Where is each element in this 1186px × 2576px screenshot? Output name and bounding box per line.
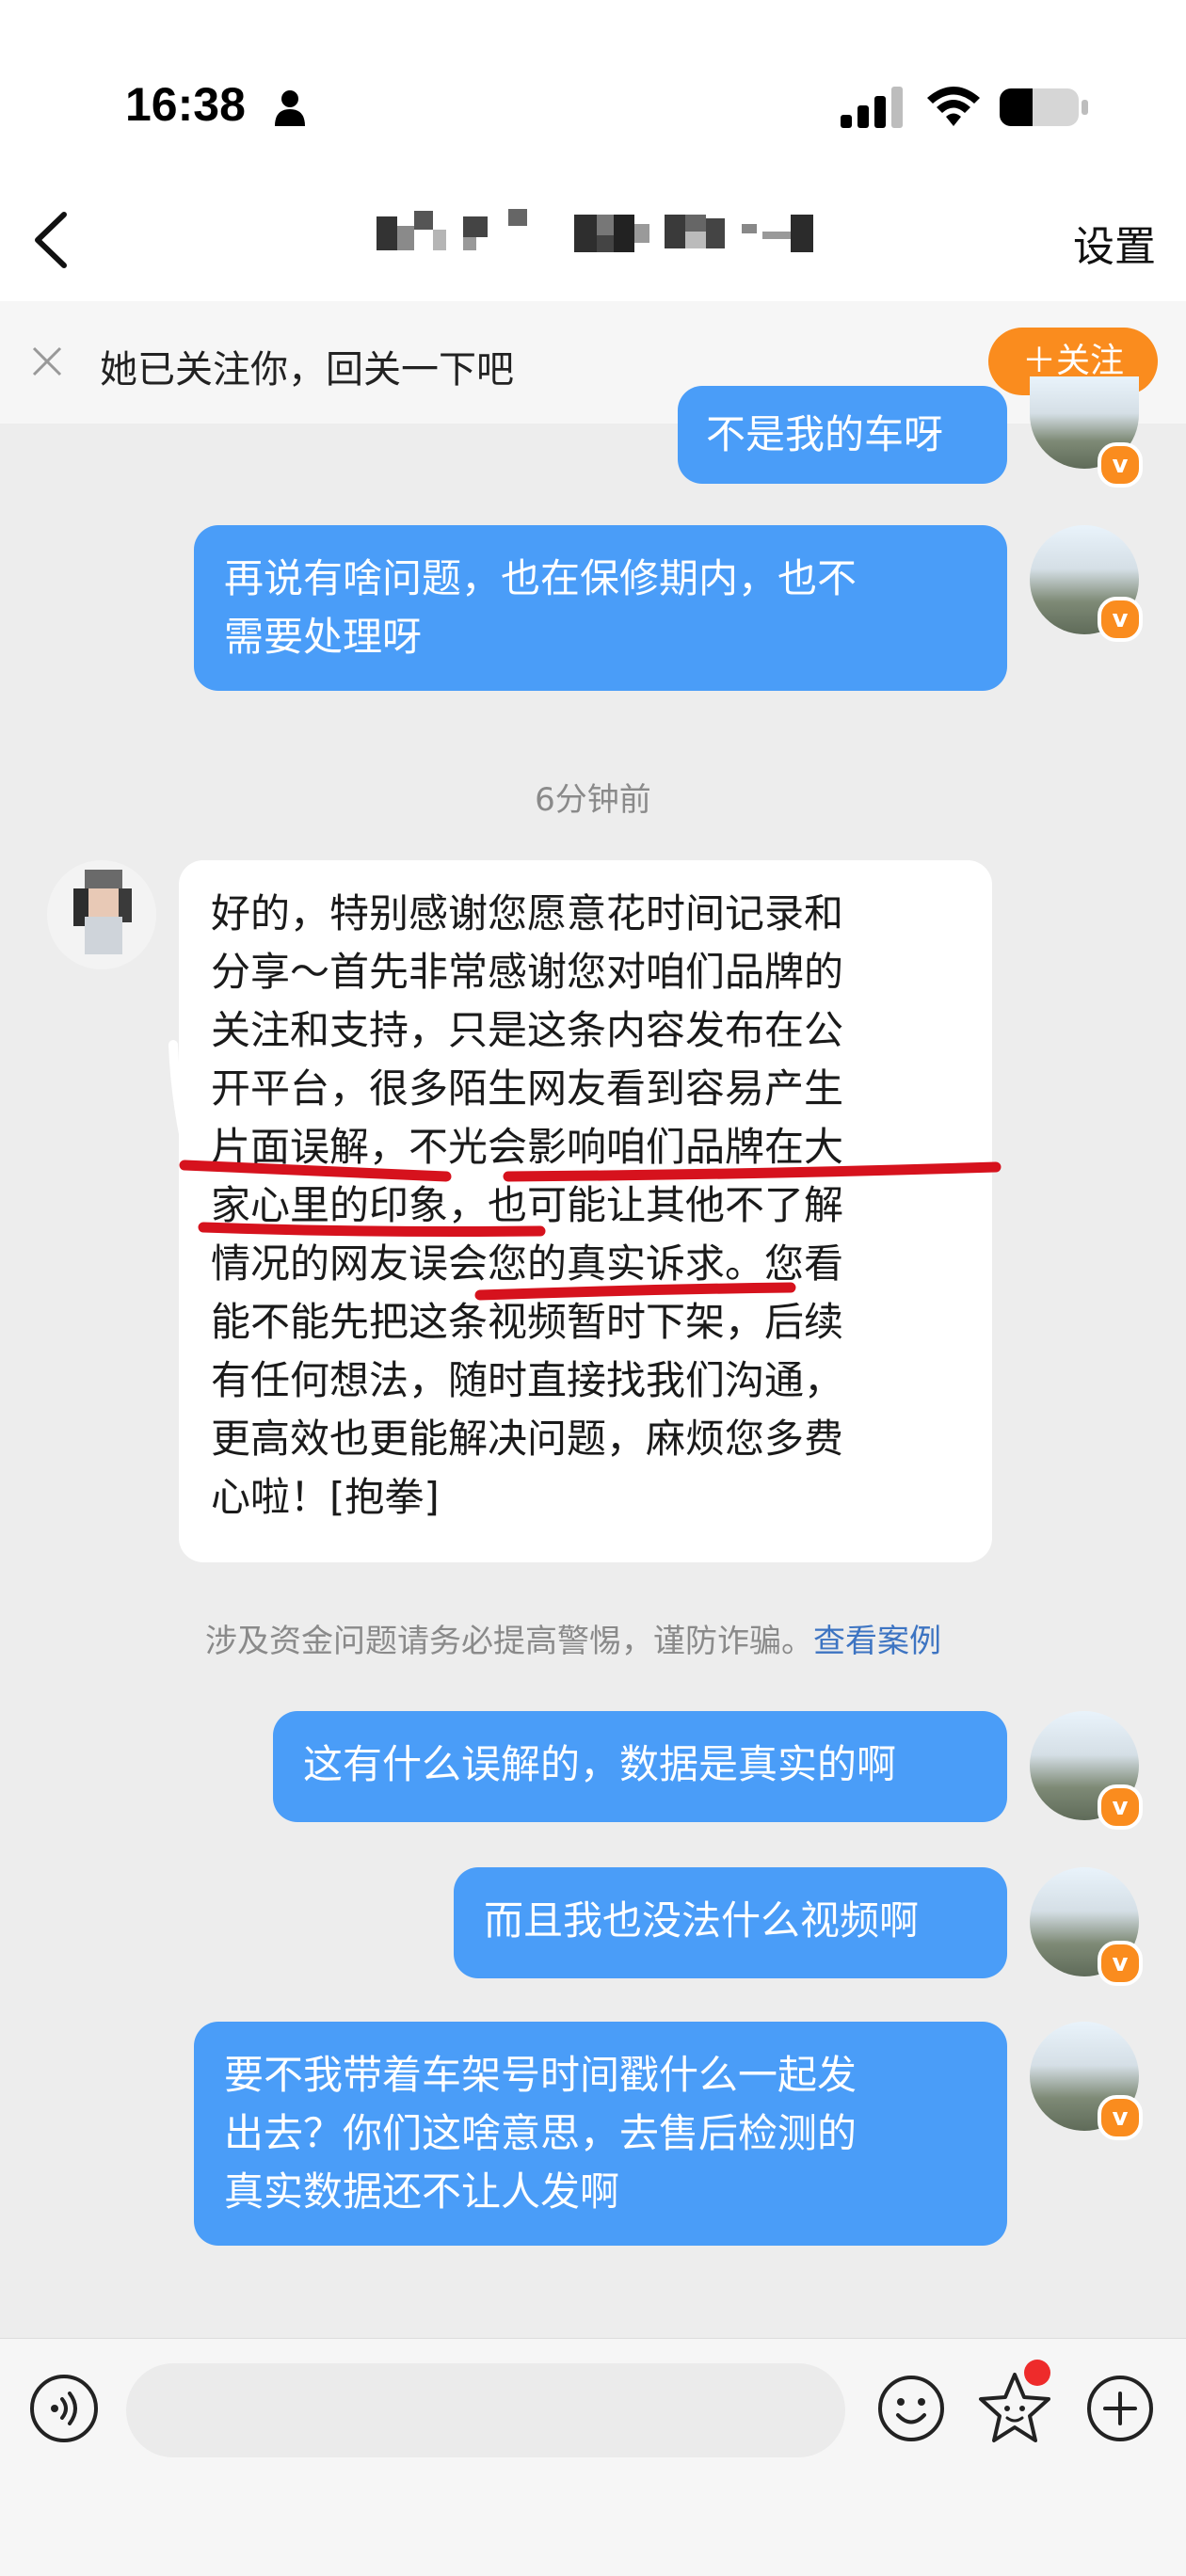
message-line: 出去？你们这啥意思，去售后检测的 [224,2110,857,2156]
message-line: 真实数据还不让人发啊 [224,2168,620,2215]
fraud-warning: 涉及资金问题请务必提高警惕，谨防诈骗。查看案例 [205,1615,941,1661]
message-line: 好的，特别感谢您愿意花时间记录和 [211,890,844,936]
outgoing-message[interactable]: 不是我的车呀 [678,386,1007,484]
back-chevron-icon[interactable] [28,207,75,273]
outgoing-message[interactable]: 而且我也没法什么视频啊 [454,1867,1007,1978]
verified-badge-icon: v [1098,442,1143,488]
message-timestamp: 6分钟前 [535,781,651,819]
message-text: 这有什么误解的，数据是真实的啊 [303,1741,897,1787]
message-line: 片面误解，不光会影响咱们品牌在大 [211,1124,844,1170]
wifi-icon [927,87,980,126]
follow-back-banner: 她已关注你，回关一下吧 ＋关注 [0,301,1186,424]
nav-bar: 设置 [0,179,1186,302]
verified-badge-icon: v [1098,2095,1143,2140]
verified-badge-icon: v [1098,1784,1143,1830]
message-line: 关注和支持，只是这条内容发布在公 [211,1007,844,1053]
close-icon[interactable] [28,343,66,380]
status-bar: 16:38 [0,0,1186,179]
message-line: 更高效也更能解决问题，麻烦您多费 [211,1416,844,1462]
message-line: 再说有啥问题，也在保修期内，也不 [224,555,857,601]
message-text: 而且我也没法什么视频啊 [484,1897,920,1944]
message-line: 开平台，很多陌生网友看到容易产生 [211,1065,844,1112]
message-line: 要不我带着车架号时间戳什么一起发 [224,2052,857,2098]
fraud-warning-text: 涉及资金问题请务必提高警惕，谨防诈骗。 [205,1623,813,1660]
status-time: 16:38 [125,78,246,131]
message-line: 分享～首先非常感谢您对咱们品牌的 [211,949,844,995]
message-line: 心啦！[抱拳] [211,1474,440,1520]
cellular-signal-icon [841,87,903,128]
message-line: 能不能先把这条视频暂时下架，后续 [211,1299,844,1345]
outgoing-message[interactable]: 这有什么误解的，数据是真实的啊 [273,1711,1007,1822]
outgoing-message[interactable]: 要不我带着车架号时间戳什么一起发 出去？你们这啥意思，去售后检测的 真实数据还不… [194,2022,1007,2246]
notification-dot [1024,2360,1050,2386]
message-text: 不是我的车呀 [706,411,944,457]
pixelated-avatar-icon [73,870,132,954]
message-line: 家心里的印象，也可能让其他不了解 [211,1182,844,1228]
message-line: 情况的网友误会您的真实诉求。您看 [211,1240,844,1287]
settings-button[interactable]: 设置 [1073,213,1156,273]
emoji-icon[interactable] [875,2373,947,2444]
battery-icon [1000,88,1088,126]
pixelated-chat-title [377,209,813,252]
message-line: 有任何想法，随时直接找我们沟通， [211,1357,844,1403]
person-icon [275,90,305,126]
input-bar [0,2338,1186,2576]
outgoing-message[interactable]: 再说有啥问题，也在保修期内，也不 需要处理呀 [194,525,1007,691]
verified-badge-icon: v [1098,597,1143,642]
view-cases-link[interactable]: 查看案例 [813,1623,941,1660]
follow-prompt-text: 她已关注你，回关一下吧 [100,348,514,392]
message-line: 需要处理呀 [224,614,423,660]
contact-avatar[interactable] [47,860,156,969]
verified-badge-icon: v [1098,1941,1143,1986]
plus-icon[interactable] [1084,2373,1156,2444]
voice-input-icon[interactable] [28,2373,100,2444]
incoming-message[interactable]: 好的，特别感谢您愿意花时间记录和 分享～首先非常感谢您对咱们品牌的 关注和支持，… [179,860,992,1562]
message-input[interactable] [126,2363,845,2457]
